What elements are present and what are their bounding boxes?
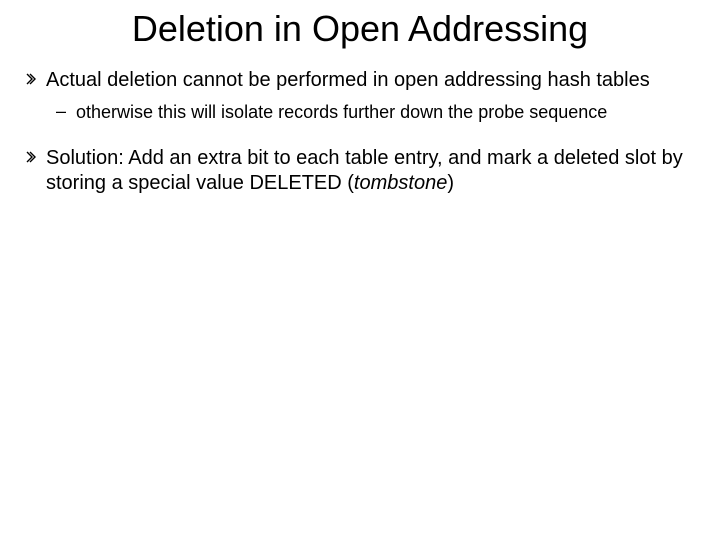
- slide-title: Deletion in Open Addressing: [20, 8, 700, 50]
- sub-bullet-item: – otherwise this will isolate records fu…: [20, 101, 700, 124]
- bullet-marker-icon: [26, 73, 40, 85]
- sub-bullet-marker: –: [56, 101, 66, 123]
- bullet-text-post: ): [447, 172, 454, 194]
- bullet-text-italic: tombstone: [354, 172, 447, 194]
- bullet-marker-icon: [26, 151, 40, 163]
- bullet-text: Solution: Add an extra bit to each table…: [46, 146, 700, 196]
- slide: Deletion in Open Addressing Actual delet…: [0, 0, 720, 540]
- bullet-item: Actual deletion cannot be performed in o…: [20, 68, 700, 93]
- sub-bullet-text: otherwise this will isolate records furt…: [76, 101, 607, 124]
- bullet-text: Actual deletion cannot be performed in o…: [46, 68, 650, 93]
- bullet-item: Solution: Add an extra bit to each table…: [20, 146, 700, 196]
